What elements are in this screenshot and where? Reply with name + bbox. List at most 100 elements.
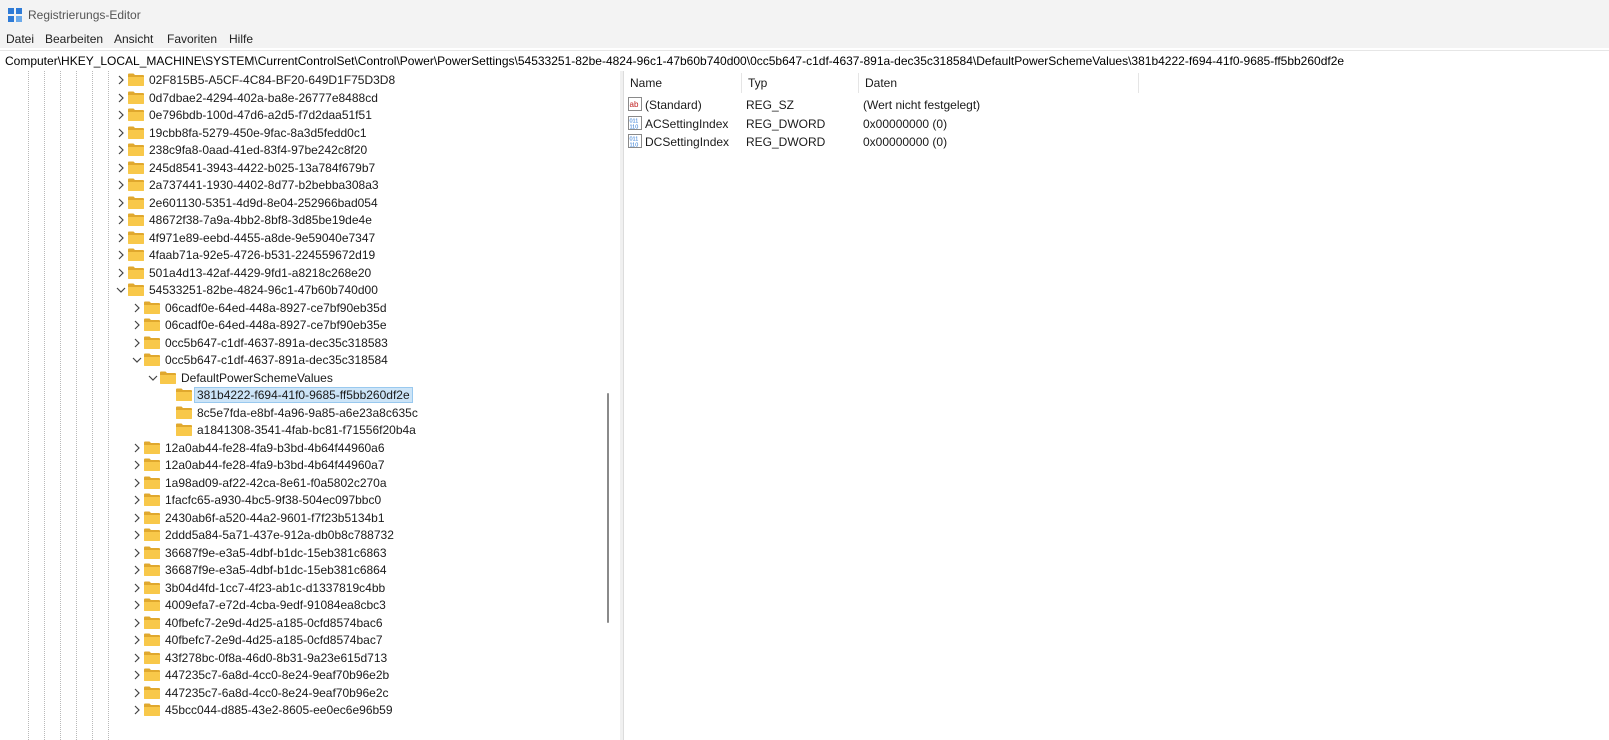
tree-node[interactable]: 45bcc044-d885-43e2-8605-ee0ec6e96b59 (0, 701, 600, 719)
chevron-down-icon[interactable] (116, 285, 126, 295)
tree-node[interactable]: 36687f9e-e3a5-4dbf-b1dc-15eb381c6863 (0, 544, 600, 562)
tree-node[interactable]: 06cadf0e-64ed-448a-8927-ce7bf90eb35d (0, 299, 600, 317)
tree-node[interactable]: 12a0ab44-fe28-4fa9-b3bd-4b64f44960a6 (0, 439, 600, 457)
tree-node[interactable]: 447235c7-6a8d-4cc0-8e24-9eaf70b96e2b (0, 666, 600, 684)
folder-icon (144, 301, 160, 314)
chevron-right-icon[interactable] (116, 93, 126, 103)
tree-node[interactable]: 48672f38-7a9a-4bb2-8bf8-3d85be19de4e (0, 211, 600, 229)
tree-node[interactable]: 447235c7-6a8d-4cc0-8e24-9eaf70b96e2c (0, 684, 600, 702)
chevron-right-icon[interactable] (132, 670, 142, 680)
tree-node[interactable]: 8c5e7fda-e8bf-4a96-9a85-a6e23a8c635c (0, 404, 600, 422)
chevron-right-icon[interactable] (132, 565, 142, 575)
chevron-right-icon[interactable] (132, 548, 142, 558)
tree-pane[interactable]: 02F815B5-A5CF-4C84-BF20-649D1F75D3D8 0d7d… (0, 71, 620, 740)
chevron-down-icon[interactable] (148, 373, 158, 383)
column-header-type[interactable]: Typ (742, 71, 859, 93)
address-path[interactable]: Computer\HKEY_LOCAL_MACHINE\SYSTEM\Curre… (5, 54, 1344, 68)
chevron-right-icon[interactable] (116, 110, 126, 120)
chevron-right-icon[interactable] (116, 145, 126, 155)
chevron-right-icon[interactable] (116, 233, 126, 243)
folder-icon (144, 476, 160, 489)
value-name: ACSettingIndex (645, 116, 729, 131)
chevron-right-icon[interactable] (132, 478, 142, 488)
chevron-right-icon[interactable] (116, 180, 126, 190)
chevron-right-icon[interactable] (132, 688, 142, 698)
chevron-right-icon[interactable] (132, 618, 142, 628)
tree-node[interactable]: 43f278bc-0f8a-46d0-8b31-9a23e615d713 (0, 649, 600, 667)
tree-node[interactable]: 2ddd5a84-5a71-437e-912a-db0b8c788732 (0, 526, 600, 544)
tree-node[interactable]: 54533251-82be-4824-96c1-47b60b740d00 (0, 281, 600, 299)
chevron-right-icon[interactable] (132, 600, 142, 610)
folder-icon (128, 143, 144, 156)
chevron-right-icon[interactable] (132, 320, 142, 330)
tree-node[interactable]: DefaultPowerSchemeValues (0, 369, 600, 387)
chevron-right-icon[interactable] (132, 653, 142, 663)
value-type: REG_SZ (746, 98, 795, 112)
tree-node[interactable]: 2a737441-1930-4402-8d77-b2bebba308a3 (0, 176, 600, 194)
tree-node[interactable]: 0cc5b647-c1df-4637-891a-dec35c318583 (0, 334, 600, 352)
value-row[interactable]: 011 110 DCSettingIndex REG_DWORD 0x00000000 … (624, 132, 1609, 150)
tree-node[interactable]: 245d8541-3943-4422-b025-13a784f679b7 (0, 159, 600, 177)
column-header-name[interactable]: Name (624, 71, 742, 93)
tree-node[interactable]: 2e601130-5351-4d9d-8e04-252966bad054 (0, 194, 600, 212)
chevron-down-icon[interactable] (132, 355, 142, 365)
tree-node[interactable]: 36687f9e-e3a5-4dbf-b1dc-15eb381c6864 (0, 561, 600, 579)
tree-node[interactable]: a1841308-3541-4fab-bc81-f71556f20b4a (0, 421, 600, 439)
value-row[interactable]: ab (Standard) REG_SZ (Wert nicht festgelegt… (624, 95, 1609, 113)
tree-node[interactable]: 238c9fa8-0aad-41ed-83f4-97be242c8f20 (0, 141, 600, 159)
tree-node[interactable]: 02F815B5-A5CF-4C84-BF20-649D1F75D3D8 (0, 71, 600, 89)
tree-node[interactable]: 1facfc65-a930-4bc5-9f38-504ec097bbc0 (0, 491, 600, 509)
tree-node[interactable]: 4faab71a-92e5-4726-b531-224559672d19 (0, 246, 600, 264)
tree-node[interactable]: 1a98ad09-af22-42ca-8e61-f0a5802c270a (0, 474, 600, 492)
value-row[interactable]: 011 110 ACSettingIndex REG_DWORD 0x00000000 … (624, 114, 1609, 132)
chevron-right-icon[interactable] (132, 705, 142, 715)
tree-node[interactable]: 3b04d4fd-1cc7-4f23-ab1c-d1337819c4bb (0, 579, 600, 597)
tree-scrollbar-thumb[interactable] (607, 393, 609, 623)
tree-node[interactable]: 0d7dbae2-4294-402a-ba8e-26777e8488cd (0, 89, 600, 107)
menu-ansicht[interactable]: Ansicht (114, 32, 153, 46)
chevron-right-icon[interactable] (116, 250, 126, 260)
chevron-right-icon[interactable] (116, 198, 126, 208)
tree-node[interactable]: 19cbb8fa-5279-450e-9fac-8a3d5fedd0c1 (0, 124, 600, 142)
menu-favoriten[interactable]: Favoriten (167, 32, 217, 46)
tree-node-label: 1facfc65-a930-4bc5-9f38-504ec097bbc0 (165, 493, 382, 507)
tree-node[interactable]: 0e796bdb-100d-47d6-a2d5-f7d2daa51f51 (0, 106, 600, 124)
column-header-data[interactable]: Daten (859, 71, 1139, 93)
chevron-right-icon[interactable] (116, 215, 126, 225)
folder-icon (144, 598, 160, 611)
tree-node[interactable]: 40fbefc7-2e9d-4d25-a185-0cfd8574bac6 (0, 614, 600, 632)
folder-icon (144, 353, 160, 366)
chevron-right-icon[interactable] (132, 460, 142, 470)
tree-node[interactable]: 0cc5b647-c1df-4637-891a-dec35c318584 (0, 351, 600, 369)
values-pane[interactable]: Name Typ Daten ab (Standard) REG_SZ (Wert n… (624, 71, 1609, 740)
tree-node[interactable]: 4f971e89-eebd-4455-a8de-9e59040e7347 (0, 229, 600, 247)
tree-node[interactable]: 2430ab6f-a520-44a2-9601-f7f23b5134b1 (0, 509, 600, 527)
title-bar: Registrierungs-Editor (0, 0, 1609, 30)
menu-bearbeiten[interactable]: Bearbeiten (45, 32, 103, 46)
address-bar[interactable]: Computer\HKEY_LOCAL_MACHINE\SYSTEM\Curre… (0, 50, 1609, 72)
tree-node-label: 45bcc044-d885-43e2-8605-ee0ec6e96b59 (165, 703, 393, 717)
chevron-right-icon[interactable] (132, 443, 142, 453)
chevron-right-icon[interactable] (116, 128, 126, 138)
chevron-right-icon[interactable] (132, 303, 142, 313)
value-data: 0x00000000 (0) (863, 135, 948, 149)
chevron-right-icon[interactable] (132, 513, 142, 523)
tree-node[interactable]: 12a0ab44-fe28-4fa9-b3bd-4b64f44960a7 (0, 456, 600, 474)
menu-datei[interactable]: Datei (6, 32, 34, 46)
folder-icon (144, 581, 160, 594)
tree-node[interactable]: 381b4222-f694-41f0-9685-ff5bb260df2e (0, 386, 600, 404)
chevron-right-icon[interactable] (132, 530, 142, 540)
chevron-right-icon[interactable] (132, 583, 142, 593)
tree-node[interactable]: 4009efa7-e72d-4cba-9edf-91084ea8cbc3 (0, 596, 600, 614)
chevron-right-icon[interactable] (132, 635, 142, 645)
chevron-right-icon[interactable] (116, 163, 126, 173)
tree-node[interactable]: 501a4d13-42af-4429-9fd1-a8218c268e20 (0, 264, 600, 282)
tree-node[interactable]: 40fbefc7-2e9d-4d25-a185-0cfd8574bac7 (0, 631, 600, 649)
menu-hilfe[interactable]: Hilfe (229, 32, 253, 46)
column-divider[interactable] (1138, 73, 1139, 93)
chevron-right-icon[interactable] (132, 338, 142, 348)
chevron-right-icon[interactable] (132, 495, 142, 505)
chevron-right-icon[interactable] (116, 268, 126, 278)
tree-node[interactable]: 06cadf0e-64ed-448a-8927-ce7bf90eb35e (0, 316, 600, 334)
chevron-right-icon[interactable] (116, 75, 126, 85)
